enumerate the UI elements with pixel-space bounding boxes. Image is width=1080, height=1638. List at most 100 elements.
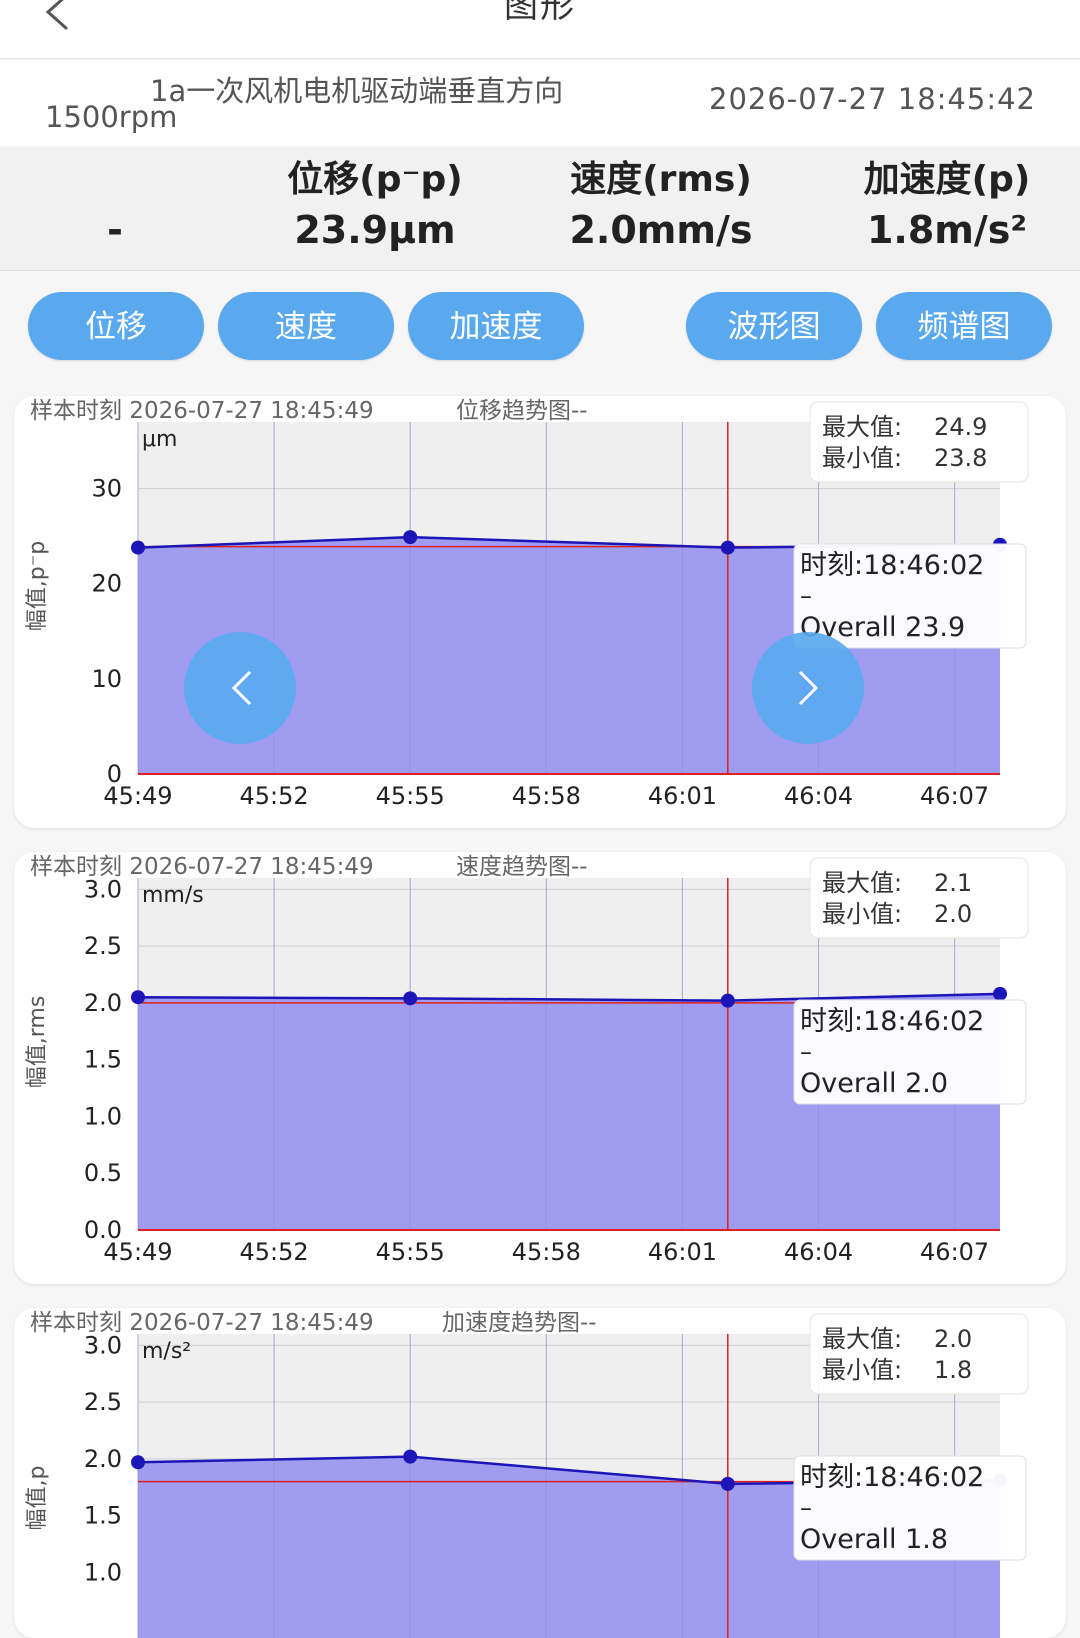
- tooltip-time: 时刻:18:46:02: [800, 550, 984, 581]
- next-button[interactable]: [752, 632, 864, 744]
- metrics-panel: - 位移(p⁻p) 23.9μm 速度(rms) 2.0mm/s 加速度(p) …: [0, 148, 1080, 271]
- app-header: 图形: [0, 0, 1080, 58]
- x-tick-label: 46:01: [648, 1238, 717, 1266]
- x-tick-label: 45:58: [512, 1238, 581, 1266]
- displacement-button[interactable]: 位移: [28, 292, 204, 360]
- min-label: 最小值:: [822, 1356, 902, 1384]
- y-tick-label: 3.0: [84, 1331, 122, 1359]
- y-unit-label: m/s²: [142, 1339, 191, 1364]
- page-title: 图形: [504, 0, 576, 26]
- x-tick-label: 46:04: [784, 782, 853, 810]
- chart-title: 位移趋势图--: [456, 398, 588, 424]
- chart-sample-time: 样本时刻 2026-07-27 18:45:49: [30, 854, 374, 880]
- x-tick-label: 45:49: [103, 1238, 172, 1266]
- x-tick-label: 45:52: [240, 1238, 309, 1266]
- min-value: 2.0: [934, 900, 972, 928]
- y-tick-label: 2.0: [84, 989, 122, 1017]
- max-label: 最大值:: [822, 1325, 902, 1353]
- rotation-speed: 1500rpm: [45, 100, 178, 134]
- metric-displacement-label: 位移(p⁻p): [287, 159, 463, 200]
- header-divider: [0, 58, 1080, 59]
- max-label: 最大值:: [822, 413, 902, 441]
- y-axis-label: 幅值,p: [25, 1466, 50, 1531]
- y-tick-label: 2.5: [84, 1388, 122, 1416]
- tooltip-overall: Overall 1.8: [800, 1524, 948, 1555]
- x-tick-label: 45:49: [103, 782, 172, 810]
- trend-chart-svg-1: 样本时刻 2026-07-27 18:45:49 速度趋势图--0.00.51.0…: [25, 854, 1029, 1266]
- tooltip-dash: –: [800, 1494, 812, 1522]
- x-tick-label: 45:52: [240, 782, 309, 810]
- chart-title: 速度趋势图--: [456, 854, 588, 880]
- y-unit-label: mm/s: [142, 883, 204, 908]
- metric-velocity-value: 2.0mm/s: [569, 208, 753, 252]
- y-tick-label: 1.0: [84, 1558, 122, 1586]
- min-label: 最小值:: [822, 900, 902, 928]
- data-point[interactable]: [720, 1476, 735, 1491]
- x-tick-label: 46:04: [784, 1238, 853, 1266]
- measure-time: 2026-07-27 18:45:42: [709, 82, 1036, 116]
- x-tick-label: 45:55: [376, 782, 445, 810]
- displacement-trend-card: 样本时刻 2026-07-27 18:45:49 位移趋势图-- 0 10 20 30 μm…: [14, 396, 1066, 828]
- data-point[interactable]: [403, 991, 418, 1006]
- x-tick-label: 46:01: [648, 782, 717, 810]
- y-tick-label: 2.0: [84, 1445, 122, 1473]
- y-axis-label: 幅值,p⁻p: [25, 541, 50, 632]
- max-value: 2.0: [934, 1325, 972, 1353]
- prev-button-bg[interactable]: [184, 632, 296, 744]
- x-tick-label: 45:58: [512, 782, 581, 810]
- x-tick-label: 46:07: [920, 782, 989, 810]
- data-point[interactable]: [131, 990, 145, 1005]
- x-tick-label: 45:55: [376, 1238, 445, 1266]
- velocity-button[interactable]: 速度: [218, 292, 394, 360]
- data-point[interactable]: [720, 993, 735, 1008]
- prev-button[interactable]: [184, 632, 296, 744]
- y-unit-label: μm: [142, 427, 177, 452]
- data-point[interactable]: [131, 1455, 145, 1470]
- max-value: 2.1: [934, 869, 972, 897]
- trend-chart-svg-2: 样本时刻 2026-07-27 18:45:49 加速度趋势图-- 1.0 1.5 2.…: [25, 1310, 1029, 1638]
- tooltip-overall: Overall 2.0: [800, 1068, 948, 1099]
- data-point[interactable]: [403, 530, 418, 545]
- trend-chart-svg-0: 样本时刻 2026-07-27 18:45:49 位移趋势图--0102030μm…: [25, 398, 1029, 810]
- tooltip-time: 时刻:18:46:02: [800, 1462, 984, 1493]
- chart-sample-time: 样本时刻 2026-07-27 18:45:49: [30, 398, 374, 424]
- measure-point-name: 1a一次风机电机驱动端垂直方向: [150, 74, 564, 108]
- measurement-info: 1a一次风机电机驱动端垂直方向 1500rpm 2026-07-27 18:45…: [0, 60, 1080, 146]
- min-label: 最小值:: [822, 444, 902, 472]
- metric-first-value: -: [107, 208, 123, 252]
- y-tick-label: 3.0: [84, 875, 122, 903]
- y-tick-label: 2.5: [84, 932, 122, 960]
- waveform-button[interactable]: 波形图: [686, 292, 862, 360]
- max-label: 最大值:: [822, 869, 902, 897]
- chart-sample-time: 样本时刻 2026-07-27 18:45:49: [30, 1310, 374, 1336]
- metric-displacement-value: 23.9μm: [294, 208, 456, 252]
- tooltip-dash: –: [800, 582, 812, 610]
- tooltip-dash: –: [800, 1038, 812, 1066]
- velocity-trend-card: 样本时刻 2026-07-27 18:45:49 速度趋势图-- 0.0 0.5 1.0…: [14, 852, 1066, 1284]
- next-button-bg[interactable]: [752, 632, 864, 744]
- y-tick-label: 1.5: [84, 1502, 122, 1530]
- y-tick-label: 1.5: [84, 1046, 122, 1074]
- y-tick-label: 30: [91, 475, 122, 503]
- metric-acceleration-value: 1.8m/s²: [866, 208, 1028, 252]
- data-point[interactable]: [131, 540, 145, 555]
- y-tick-label: 0.5: [84, 1159, 122, 1187]
- acceleration-trend-card: 样本时刻 2026-07-27 18:45:49 加速度趋势图-- 1.0 1.5 2.…: [14, 1308, 1066, 1638]
- y-tick-label: 1.0: [84, 1102, 122, 1130]
- min-value: 23.8: [934, 444, 987, 472]
- tooltip-time: 时刻:18:46:02: [800, 1006, 984, 1037]
- x-tick-label: 46:07: [920, 1238, 989, 1266]
- chart-title: 加速度趋势图--: [442, 1310, 597, 1336]
- data-point[interactable]: [403, 1449, 418, 1464]
- data-point[interactable]: [720, 540, 735, 555]
- min-value: 1.8: [934, 1356, 972, 1384]
- metric-velocity-label: 速度(rms): [570, 159, 752, 200]
- max-value: 24.9: [934, 413, 987, 441]
- metric-acceleration-label: 加速度(p): [863, 159, 1031, 200]
- y-axis-label: 幅值,rms: [25, 996, 50, 1089]
- spectrum-button[interactable]: 频谱图: [876, 292, 1052, 360]
- acceleration-button[interactable]: 加速度: [408, 292, 584, 360]
- data-point[interactable]: [993, 986, 1007, 1001]
- y-tick-label: 10: [91, 665, 122, 693]
- y-tick-label: 20: [91, 570, 122, 598]
